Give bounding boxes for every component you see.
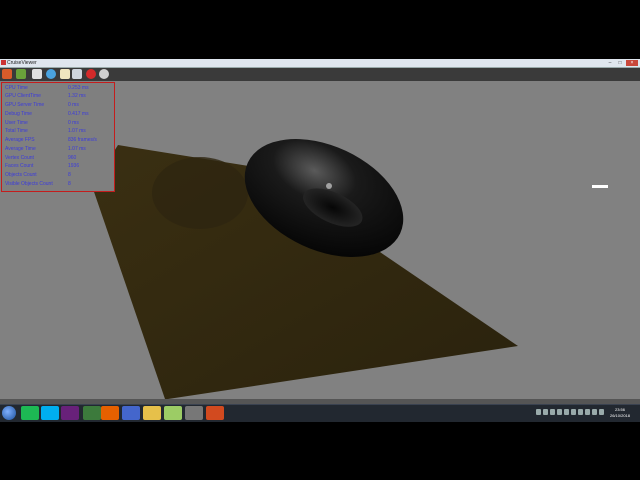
stat-row: Average FPS 836 frames/s — [4, 136, 114, 145]
stat-row: Faces Count 1936 — [4, 162, 114, 171]
stat-value: 0 ms — [68, 102, 79, 108]
stat-row: Total Time 1.07 ms — [4, 127, 114, 136]
stat-row: Average Time 1.07 ms — [4, 145, 114, 154]
document-icon[interactable] — [60, 69, 70, 79]
torus-highlight — [326, 183, 332, 189]
window-title: CruiseViewer — [7, 60, 37, 66]
visual-studio-icon[interactable] — [61, 406, 79, 420]
stat-value: 1.07 ms — [68, 128, 86, 134]
tray-icon[interactable] — [550, 409, 555, 415]
stat-value: 8 — [68, 181, 71, 187]
stat-label: Total Time — [5, 128, 28, 134]
shield-icon[interactable] — [46, 69, 56, 79]
notepad-icon[interactable] — [164, 406, 182, 420]
stat-label: Average Time — [5, 146, 36, 152]
record-icon[interactable] — [86, 69, 96, 79]
spotify-icon[interactable] — [21, 406, 39, 420]
stat-label: Objects Count — [5, 172, 37, 178]
tools-icon[interactable] — [185, 406, 203, 420]
explorer-icon[interactable] — [143, 406, 161, 420]
stat-value: 1.32 ms — [68, 93, 86, 99]
skype-icon[interactable] — [41, 406, 59, 420]
tray-icon[interactable] — [571, 409, 576, 415]
cruiseviewer-icon[interactable] — [206, 406, 224, 420]
start-button[interactable] — [2, 406, 16, 420]
minimize-button[interactable]: – — [606, 60, 614, 66]
app-icon — [1, 60, 6, 65]
taskbar: 23:56 26/10/2018 — [0, 404, 640, 422]
system-tray — [536, 409, 604, 418]
stat-row: GPU ClientTime 1.32 ms — [4, 92, 114, 101]
window-controls: – □ × — [606, 59, 638, 67]
stat-label: Faces Count — [5, 163, 34, 169]
torus-shadow — [152, 157, 248, 229]
stat-value: 1.07 ms — [68, 146, 86, 152]
tray-icon[interactable] — [536, 409, 541, 415]
toolbar — [0, 68, 640, 81]
stat-label: Visible Objects Count — [5, 181, 53, 187]
clock[interactable]: 23:56 26/10/2018 — [604, 407, 636, 419]
stat-label: GPU ClientTime — [5, 93, 41, 99]
stat-row: Debug Time 0.417 ms — [4, 110, 114, 119]
tray-icon[interactable] — [578, 409, 583, 415]
paint-icon[interactable] — [122, 406, 140, 420]
tray-icon[interactable] — [557, 409, 562, 415]
stat-value: 0.417 ms — [68, 111, 89, 117]
tray-icon[interactable] — [564, 409, 569, 415]
screenshot-icon[interactable] — [32, 69, 42, 79]
stat-row: Visible Objects Count 8 — [4, 180, 114, 189]
stat-row: GPU Server Time 0 ms — [4, 101, 114, 110]
tray-icon[interactable] — [543, 409, 548, 415]
stat-label: GPU Server Time — [5, 102, 45, 108]
wireshark-icon[interactable] — [83, 406, 101, 420]
close-button[interactable]: × — [626, 60, 638, 66]
stat-value: 836 frames/s — [68, 137, 97, 143]
stats-panel: CPU Time 0.253 ms GPU ClientTime 1.32 ms G… — [1, 82, 115, 192]
clock-date: 26/10/2018 — [609, 413, 631, 418]
stat-label: Debug Time — [5, 111, 32, 117]
window-titlebar: CruiseViewer – □ × — [0, 59, 640, 68]
palette-icon[interactable] — [16, 69, 26, 79]
zoom-icon[interactable] — [99, 69, 109, 79]
light-marker — [592, 185, 608, 188]
monitor-icon[interactable] — [72, 69, 82, 79]
stat-value: 1936 — [68, 163, 80, 169]
network-icon[interactable] — [592, 409, 597, 415]
model-icon[interactable] — [2, 69, 12, 79]
stat-value: 8 — [68, 172, 71, 178]
firefox-icon[interactable] — [101, 406, 119, 420]
maximize-button[interactable]: □ — [616, 60, 624, 66]
stat-label: Average FPS — [5, 137, 35, 143]
tray-icon[interactable] — [585, 409, 590, 415]
stat-row: Objects Count 8 — [4, 171, 114, 180]
